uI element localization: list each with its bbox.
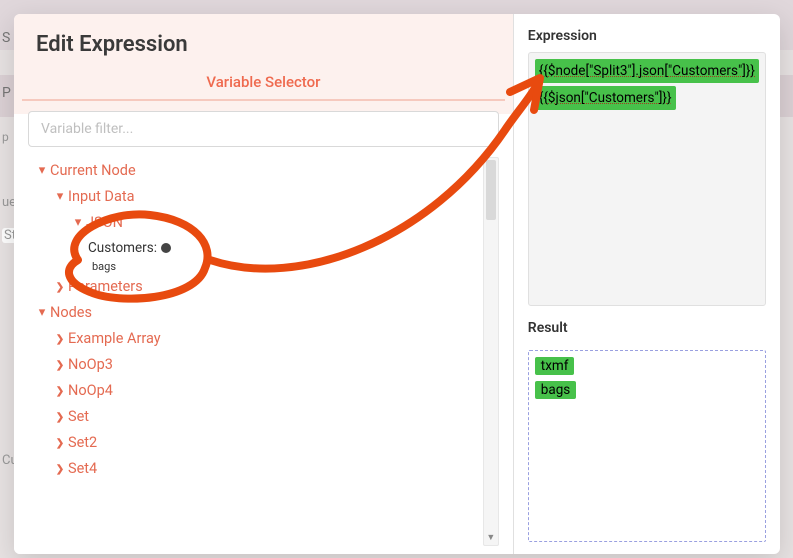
expression-editor[interactable]: {{$node["Split3"].json["Customers"]}} {{… bbox=[528, 52, 766, 306]
tree-item-json[interactable]: JSON bbox=[34, 209, 477, 235]
tree-item-input-data[interactable]: Input Data bbox=[34, 183, 477, 209]
caret-right-icon bbox=[52, 462, 68, 475]
result-section-label: Result bbox=[528, 320, 766, 336]
variable-tree: Current Node Input Data JSON Customers: bbox=[34, 157, 499, 481]
tree-item-parameters[interactable]: Parameters bbox=[34, 273, 477, 299]
tree-item-nodes[interactable]: Nodes bbox=[34, 299, 477, 325]
tree-item-node[interactable]: NoOp3 bbox=[34, 351, 477, 377]
tree-item-node[interactable]: Example Array bbox=[34, 325, 477, 351]
caret-right-icon bbox=[52, 332, 68, 345]
expression-token[interactable]: {{$node["Split3"].json["Customers"]}} bbox=[535, 59, 759, 83]
caret-right-icon bbox=[52, 358, 68, 371]
result-value: txmf bbox=[535, 357, 575, 375]
caret-right-icon bbox=[52, 410, 68, 423]
variable-filter-input[interactable] bbox=[28, 111, 499, 147]
caret-down-icon bbox=[34, 163, 50, 178]
caret-down-icon bbox=[34, 305, 50, 320]
tree-item-node[interactable]: Set4 bbox=[34, 455, 477, 481]
caret-right-icon bbox=[52, 384, 68, 397]
modal-title: Edit Expression bbox=[14, 14, 513, 61]
variable-selector-tab[interactable]: Variable Selector bbox=[22, 61, 505, 101]
bg-text: p bbox=[2, 130, 9, 144]
tree-item-node[interactable]: Set2 bbox=[34, 429, 477, 455]
json-var-bullet-icon bbox=[161, 243, 171, 253]
bg-text: S bbox=[2, 30, 10, 46]
tree-item-node[interactable]: Set bbox=[34, 403, 477, 429]
expression-section-label: Expression bbox=[528, 28, 766, 44]
scroll-thumb[interactable] bbox=[486, 160, 496, 220]
tree-item-json-value: bags bbox=[34, 261, 477, 273]
bg-text: P bbox=[2, 85, 11, 101]
edit-expression-modal: Edit Expression Variable Selector Curren… bbox=[14, 14, 780, 554]
expression-result-pane: Expression {{$node["Split3"].json["Custo… bbox=[514, 14, 780, 554]
tree-item-json-customers[interactable]: Customers: bbox=[34, 235, 477, 261]
tree-item-node[interactable]: NoOp4 bbox=[34, 377, 477, 403]
expression-token[interactable]: {{$json["Customers"]}} bbox=[535, 86, 676, 110]
result-value: bags bbox=[535, 381, 576, 399]
caret-right-icon bbox=[52, 280, 68, 293]
scroll-down-icon: ▼ bbox=[484, 531, 498, 545]
caret-right-icon bbox=[52, 436, 68, 449]
caret-down-icon bbox=[70, 215, 86, 230]
tree-scrollbar[interactable]: ▲ ▼ bbox=[483, 157, 499, 546]
variable-selector-pane: Edit Expression Variable Selector Curren… bbox=[14, 14, 514, 554]
caret-down-icon bbox=[52, 189, 68, 204]
result-output: txmf bags bbox=[528, 350, 766, 542]
tree-item-current-node[interactable]: Current Node bbox=[34, 157, 477, 183]
